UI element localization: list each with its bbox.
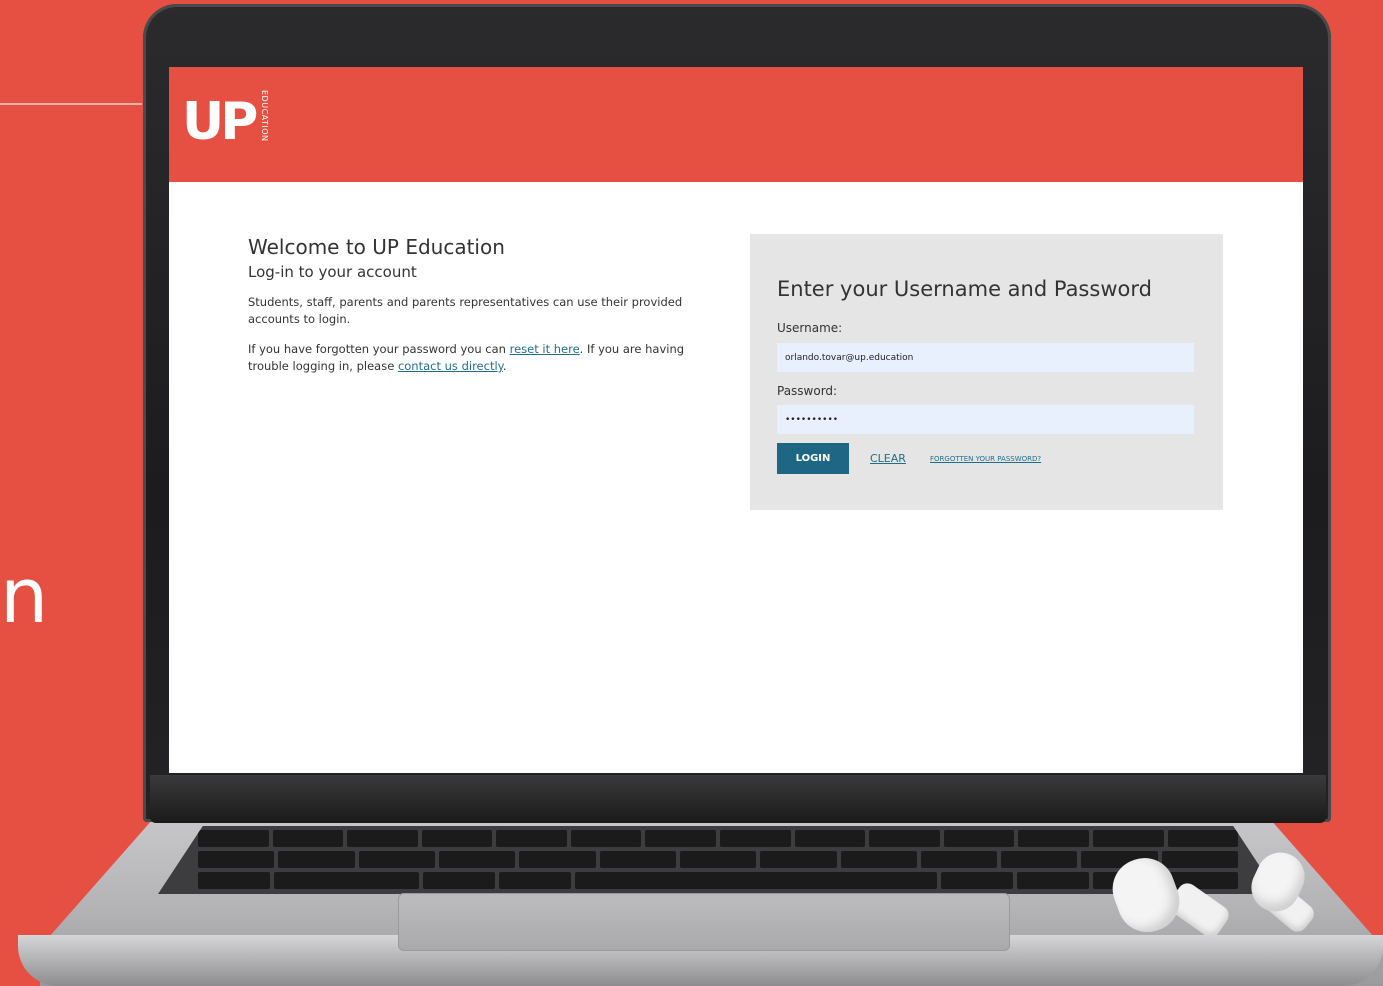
login-title: Enter your Username and Password bbox=[777, 277, 1152, 301]
laptop-screen: UP EDUCATION Welcome to UP Education Log… bbox=[169, 67, 1303, 773]
up-education-logo[interactable]: UP EDUCATION bbox=[182, 86, 272, 158]
keyboard-row bbox=[158, 872, 1278, 889]
help-text: If you have forgotten your password you … bbox=[248, 342, 510, 356]
background-partial-text: n bbox=[0, 551, 49, 640]
laptop-keyboard bbox=[158, 826, 1278, 894]
site-header: UP EDUCATION bbox=[169, 67, 1303, 182]
password-label: Password: bbox=[777, 384, 838, 398]
login-panel: Enter your Username and Password Usernam… bbox=[750, 234, 1223, 510]
logo-wordmark: UP bbox=[182, 92, 258, 152]
logo-subtitle: EDUCATION bbox=[260, 90, 269, 142]
laptop-trackpad bbox=[398, 893, 1010, 951]
clear-link[interactable]: CLEAR bbox=[870, 452, 906, 465]
password-input[interactable] bbox=[777, 405, 1194, 434]
keyboard-row bbox=[158, 851, 1278, 868]
help-paragraph: If you have forgotten your password you … bbox=[248, 341, 698, 375]
forgot-password-link[interactable]: FORGOTTEN YOUR PASSWORD? bbox=[930, 455, 1041, 463]
welcome-section: Welcome to UP Education Log-in to your a… bbox=[248, 235, 698, 375]
reset-password-link[interactable]: reset it here bbox=[510, 342, 580, 356]
contact-us-link[interactable]: contact us directly bbox=[398, 359, 503, 373]
username-input[interactable] bbox=[777, 343, 1194, 372]
help-text: . bbox=[502, 359, 507, 373]
login-button[interactable]: LOGIN bbox=[777, 443, 849, 474]
welcome-subtitle: Log-in to your account bbox=[248, 263, 417, 281]
keyboard-row bbox=[158, 830, 1278, 847]
intro-paragraph: Students, staff, parents and parents rep… bbox=[248, 295, 683, 326]
laptop-hinge bbox=[150, 775, 1326, 823]
welcome-title: Welcome to UP Education bbox=[248, 235, 505, 259]
username-label: Username: bbox=[777, 321, 843, 335]
background-divider-line bbox=[0, 103, 142, 105]
